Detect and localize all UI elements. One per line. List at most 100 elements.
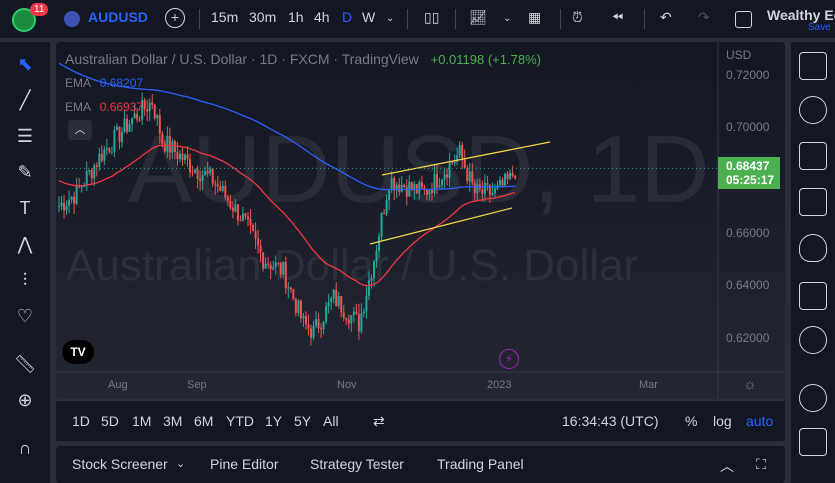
goto-date-icon[interactable]: ⇄	[373, 413, 385, 430]
symbol-button[interactable]: AUDUSD	[88, 9, 148, 25]
candle-body	[350, 315, 353, 324]
watchlist-icon[interactable]	[799, 52, 827, 80]
candle-body	[345, 317, 348, 320]
divider	[644, 9, 645, 29]
interval-4h[interactable]: 4h	[314, 9, 330, 25]
layout-icon[interactable]: ▦	[528, 9, 541, 26]
candle-body	[292, 289, 295, 299]
tab-pine-editor[interactable]: Pine Editor	[210, 456, 278, 472]
range-5y[interactable]: 5Y	[294, 413, 311, 429]
ruler-icon[interactable]: 📏︎	[13, 354, 37, 378]
fullscreen-checkbox[interactable]	[735, 11, 752, 28]
tab-strategy-tester[interactable]: Strategy Tester	[310, 456, 404, 472]
candle-body	[176, 152, 179, 160]
collapse-legend-icon[interactable]: ︿	[68, 120, 92, 140]
magnet-icon[interactable]: ∩	[13, 438, 37, 462]
messages-icon[interactable]	[799, 428, 827, 456]
prediction-icon[interactable]: ⫶	[13, 270, 37, 294]
candle-body	[204, 171, 207, 176]
candle-body	[211, 168, 214, 184]
settings-gear-icon[interactable]: ☼	[743, 376, 757, 393]
candle-body	[312, 325, 315, 338]
candle-body	[136, 113, 139, 120]
chat-icon[interactable]	[799, 384, 827, 412]
save-button[interactable]: Save	[808, 22, 831, 33]
fib-icon[interactable]: ☰	[13, 126, 37, 150]
interval-w[interactable]: W	[362, 9, 375, 25]
currency-select[interactable]: USD	[726, 48, 751, 62]
chevron-down-icon[interactable]: ⌄	[176, 457, 185, 470]
redo-icon[interactable]: ↷	[698, 9, 710, 26]
range-6m[interactable]: 6M	[194, 413, 213, 429]
zoom-icon[interactable]: ⊕	[13, 390, 37, 414]
candle-body	[463, 159, 466, 169]
ema-slow-legend[interactable]: EMA 0.66937	[65, 100, 143, 114]
candle-body	[461, 145, 464, 160]
alert-icon[interactable]: ⏰︎	[572, 9, 583, 26]
interval-1h[interactable]: 1h	[288, 9, 304, 25]
calendar-icon[interactable]	[799, 282, 827, 310]
ideas-bulb-icon[interactable]	[799, 326, 827, 354]
percent-toggle[interactable]: %	[685, 413, 697, 429]
candle-body	[184, 154, 186, 161]
range-1m[interactable]: 1M	[132, 413, 151, 429]
undo-icon[interactable]: ↶	[660, 9, 672, 26]
cursor-icon[interactable]: ⬉	[13, 54, 37, 78]
replay-icon[interactable]: ⏪︎	[612, 9, 623, 26]
candle-body	[121, 132, 123, 142]
candle-body	[322, 321, 325, 329]
candle-body	[63, 202, 66, 211]
range-3m[interactable]: 3M	[163, 413, 182, 429]
candle-body	[330, 298, 333, 303]
candle-body	[171, 141, 174, 153]
candle-body	[143, 100, 146, 110]
range-1y[interactable]: 1Y	[265, 413, 282, 429]
heart-icon[interactable]: ♡	[13, 306, 37, 330]
interval-15m[interactable]: 15m	[211, 9, 238, 25]
candle-body	[234, 204, 237, 212]
alarm-clock-icon[interactable]	[799, 96, 827, 124]
log-toggle[interactable]: log	[713, 413, 732, 429]
candle-body	[95, 165, 98, 168]
add-list-icon[interactable]	[799, 188, 827, 216]
candle-body	[418, 182, 421, 194]
brush-icon[interactable]: ✎	[13, 162, 37, 186]
layout-name[interactable]: Wealthy Ed	[767, 7, 835, 23]
candle-body	[367, 280, 370, 296]
divider	[560, 9, 561, 29]
range-all[interactable]: All	[323, 413, 339, 429]
range-ytd[interactable]: YTD	[226, 413, 254, 429]
indicators-icon[interactable]: 📈︎	[469, 9, 487, 26]
add-symbol-icon[interactable]: +	[165, 8, 185, 28]
utc-clock[interactable]: 16:34:43 (UTC)	[562, 413, 658, 429]
maximize-panel-icon[interactable]: ⛶	[756, 456, 766, 473]
news-icon[interactable]	[799, 142, 827, 170]
text-icon[interactable]: T	[13, 198, 37, 222]
candle-body	[481, 189, 484, 194]
candle-body	[436, 173, 438, 188]
auto-toggle[interactable]: auto	[746, 413, 773, 429]
ema-fast-legend[interactable]: EMA 0.68207	[65, 76, 143, 90]
tab-trading-panel[interactable]: Trading Panel	[437, 456, 524, 472]
chart-pane[interactable]: AUDUSD, 1D Australian Dollar / U.S. Doll…	[56, 42, 785, 399]
range-1d[interactable]: 1D	[72, 413, 90, 429]
ema-label: EMA	[65, 76, 91, 90]
price-chart[interactable]: AUDUSD, 1D Australian Dollar / U.S. Doll…	[56, 42, 785, 399]
candle-body	[168, 135, 171, 153]
chevron-down-icon[interactable]: ⌄	[503, 13, 511, 24]
tradingview-logo: TV	[62, 340, 94, 364]
candle-body	[425, 189, 428, 195]
interval-30m[interactable]: 30m	[249, 9, 276, 25]
collapse-panel-icon[interactable]: ︿	[720, 456, 734, 476]
trendline-icon[interactable]: ╱	[13, 90, 37, 114]
range-5d[interactable]: 5D	[101, 413, 119, 429]
lightning-icon[interactable]: ⚡︎	[499, 349, 519, 369]
hotlist-flame-icon[interactable]	[799, 234, 827, 262]
candle-body	[226, 197, 229, 201]
candles-icon[interactable]: ▯▯	[424, 9, 439, 26]
interval-d[interactable]: D	[342, 9, 352, 25]
chevron-down-icon[interactable]: ⌄	[386, 13, 394, 24]
pattern-icon[interactable]: ⋀	[13, 234, 37, 258]
bottom-panel: Stock Screener ⌄ Pine Editor Strategy Te…	[56, 446, 785, 483]
tab-stock-screener[interactable]: Stock Screener	[72, 456, 168, 472]
